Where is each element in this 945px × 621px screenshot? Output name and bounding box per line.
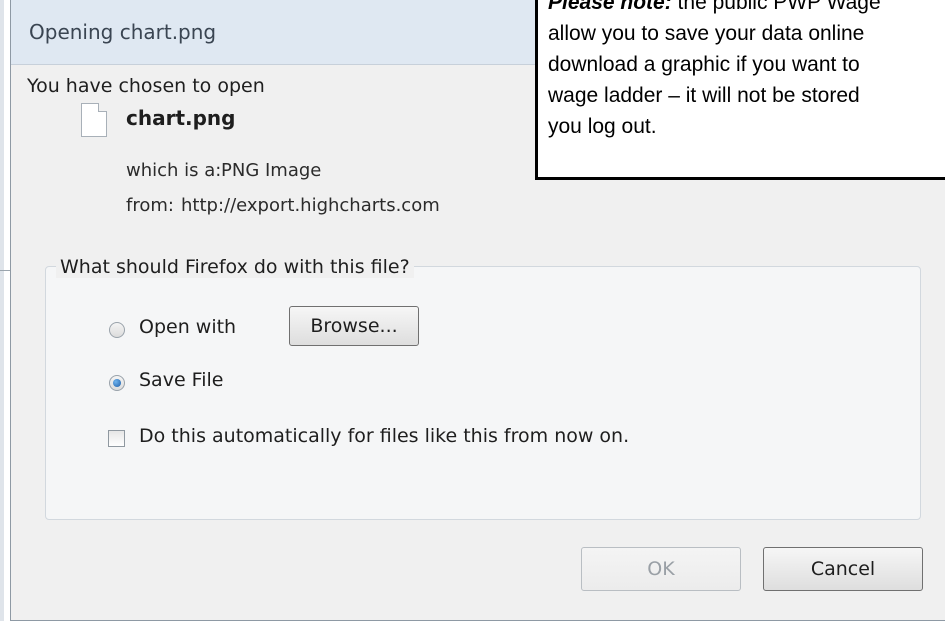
page-edge [0, 0, 4, 621]
save-file-radio[interactable] [109, 375, 125, 391]
browse-button[interactable]: Browse... [289, 306, 419, 346]
open-with-label[interactable]: Open with [139, 316, 236, 338]
intro-text: You have chosen to open [27, 75, 265, 97]
file-source-label: from: [126, 195, 174, 216]
ok-button-label: OK [647, 558, 675, 580]
cancel-button[interactable]: Cancel [763, 547, 923, 591]
file-type-value: PNG Image [221, 160, 322, 181]
browse-button-label: Browse... [310, 315, 398, 337]
notice-line-5: you log out. [548, 115, 657, 138]
notice-line-1-text: the public PWP Wage [671, 0, 881, 14]
auto-action-label[interactable]: Do this automatically for files like thi… [139, 425, 629, 447]
file-icon [81, 103, 107, 137]
notice-line-2: allow you to save your data online [548, 22, 865, 45]
notice-line-4: wage ladder – it will not be stored [548, 84, 860, 107]
file-type-label: which is a: [126, 160, 222, 181]
cancel-button-label: Cancel [810, 558, 876, 580]
file-source-value: http://export.highcharts.com [181, 195, 440, 216]
notice-callout: Please note: the public PWP Wage allow y… [535, 0, 945, 180]
dialog-title: Opening chart.png [29, 20, 217, 44]
notice-bold-prefix: Please note: [548, 0, 672, 14]
notice-line-1: Please note: the public PWP Wage [548, 0, 945, 18]
action-group-legend: What should Firefox do with this file? [56, 256, 414, 278]
file-name: chart.png [126, 106, 236, 130]
open-with-radio[interactable] [109, 322, 125, 338]
ok-button[interactable]: OK [581, 547, 741, 591]
auto-action-checkbox[interactable] [108, 430, 125, 447]
notice-line-3: download a graphic if you want to [548, 53, 860, 76]
action-groupbox [45, 266, 921, 520]
save-file-label[interactable]: Save File [139, 369, 223, 391]
